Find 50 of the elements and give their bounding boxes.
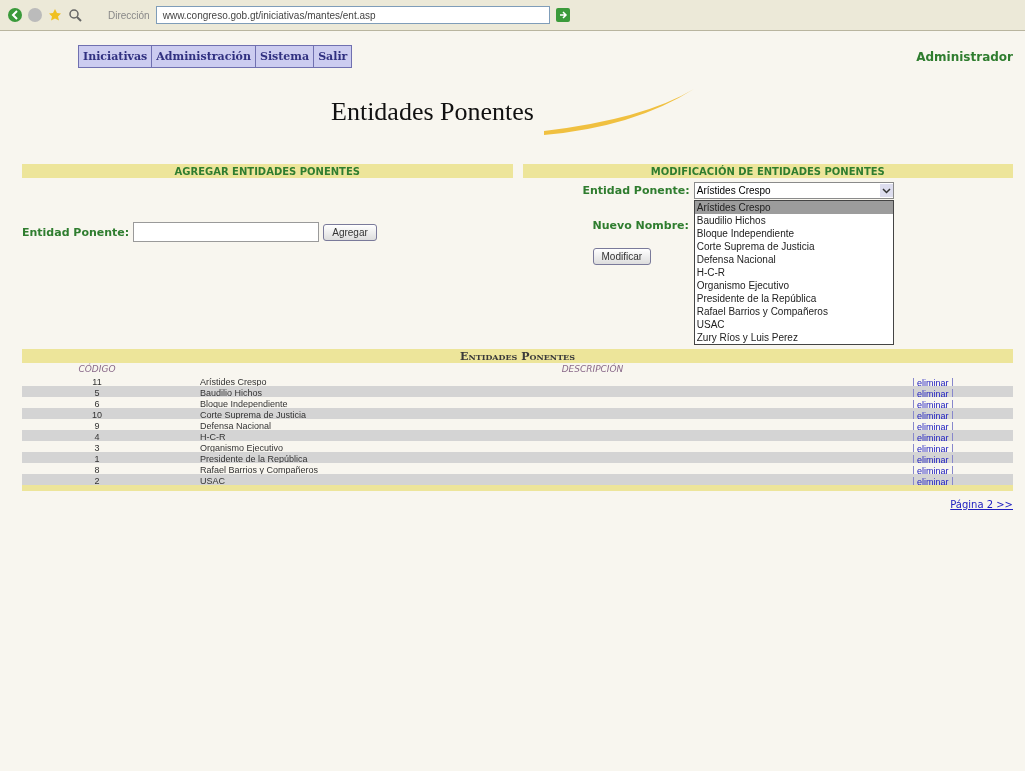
description-cell-text: Presidente de la República xyxy=(199,453,308,463)
description-cell-text: H-C-R xyxy=(199,431,226,441)
user-name: Administrador xyxy=(916,49,1013,64)
description-cell-text: Baudilio Hichos xyxy=(199,387,263,397)
menu-item[interactable]: Salir xyxy=(314,46,352,67)
table-title: Entidades Ponentes xyxy=(460,349,575,363)
code-cell: 10 xyxy=(92,409,102,419)
delete-link[interactable]: eliminar xyxy=(913,455,953,463)
description-cell-text: Organismo Ejecutivo xyxy=(199,442,284,452)
description-cell-text: Arístides Crespo xyxy=(199,376,267,386)
address-label: Dirección xyxy=(108,9,150,21)
next-page-link[interactable]: Página 2 >> xyxy=(950,499,1013,510)
column-header: DESCRIPCIÓN xyxy=(561,364,624,374)
description-cell-text: Rafael Barrios y Compañeros xyxy=(199,464,319,474)
code-cell: 9 xyxy=(94,420,100,430)
entity-select[interactable]: Arístides Crespo xyxy=(693,182,894,199)
dropdown-option[interactable]: Arístides Crespo xyxy=(694,201,893,214)
description-cell-text: Corte Suprema de Justicia xyxy=(199,409,307,419)
code-cell: 8 xyxy=(94,464,100,474)
description-cell-text: USAC xyxy=(199,475,225,485)
field-label: Nuevo Nombre: xyxy=(592,219,689,232)
address-field[interactable]: www.congreso.gob.gt/iniciativas/mantes/ent.asp xyxy=(155,6,550,24)
code-cell: 2 xyxy=(94,475,100,485)
code-cell: 4 xyxy=(94,431,100,441)
menu-item[interactable]: Sistema xyxy=(255,46,315,67)
delete-link[interactable]: eliminar xyxy=(913,389,953,397)
code-cell: 5 xyxy=(94,387,100,397)
delete-link[interactable]: eliminar xyxy=(913,411,953,419)
section-heading: AGREGAR ENTIDADES PONENTES xyxy=(22,164,513,178)
code-cell: 6 xyxy=(94,398,100,408)
page-title: Entidades Ponentes xyxy=(331,97,534,127)
code-cell: 1 xyxy=(94,453,100,463)
entity-input[interactable] xyxy=(133,222,320,242)
column-header: CÓDIGO xyxy=(78,364,116,374)
modify-button[interactable]: Modificar xyxy=(592,248,652,265)
go-icon[interactable] xyxy=(555,8,570,22)
menu-item[interactable]: Iniciativas xyxy=(79,46,153,67)
code-cell: 11 xyxy=(92,376,102,386)
field-label: Entidad Ponente: xyxy=(582,184,690,197)
search-icon[interactable] xyxy=(68,8,82,22)
back-icon[interactable] xyxy=(8,8,22,22)
section-heading: MODIFICACIÓN DE ENTIDADES PONENTES xyxy=(522,164,1013,178)
field-label: Entidad Ponente: xyxy=(22,225,130,239)
star-icon[interactable] xyxy=(48,8,62,22)
add-button[interactable]: Agregar xyxy=(323,223,377,241)
code-cell: 3 xyxy=(94,442,100,452)
menu-item[interactable]: Administración xyxy=(152,46,256,67)
description-cell-text: Defensa Nacional xyxy=(199,420,272,430)
description-cell-text: Bloque Independiente xyxy=(199,398,288,408)
delete-link[interactable]: eliminar xyxy=(913,433,953,441)
